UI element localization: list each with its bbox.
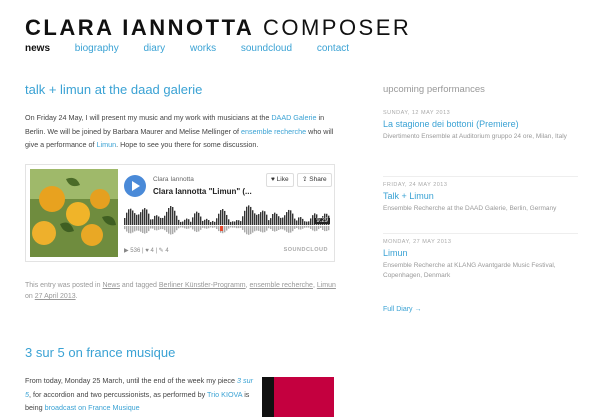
post-body: From today, Monday 25 March, until the e…: [25, 374, 253, 415]
ensemble-recherche-link[interactable]: ensemble recherche: [241, 127, 306, 136]
limun-link[interactable]: Limun: [97, 140, 117, 149]
post-image: [262, 377, 334, 417]
site-role: COMPOSER: [262, 15, 412, 40]
waveform[interactable]: [124, 203, 330, 239]
nav-biography[interactable]: biography: [75, 43, 119, 54]
nav-works[interactable]: works: [190, 43, 216, 54]
site-title[interactable]: CLARA IANNOTTA COMPOSER: [25, 15, 411, 41]
full-diary-link[interactable]: Full Diary →: [383, 306, 422, 313]
site-name: CLARA IANNOTTA: [25, 15, 255, 40]
post-title[interactable]: 3 sur 5 on france musique: [25, 345, 175, 360]
category-link[interactable]: News: [102, 282, 120, 289]
track-stats: ▶ 536 | ♥ 4 | ✎ 4: [124, 247, 169, 254]
post-title[interactable]: talk + limun at the daad galerie: [25, 82, 202, 97]
nav-diary[interactable]: diary: [144, 43, 166, 54]
performance-desc: Divertimento Ensemble at Auditorium grup…: [383, 133, 567, 140]
share-label: Share: [309, 176, 327, 183]
broadcast-link[interactable]: broadcast on France Musique: [45, 403, 140, 412]
daad-galerie-link[interactable]: DAAD Galerie: [271, 113, 316, 122]
play-button[interactable]: [124, 175, 146, 197]
post-text: , for accordion and two percussionists, …: [29, 389, 208, 399]
sidebar-heading: upcoming performances: [383, 84, 485, 95]
soundcloud-logo[interactable]: SOUNDCLOUD: [284, 247, 328, 253]
share-button[interactable]: ⇪ Share: [297, 173, 332, 187]
like-label: Like: [276, 176, 289, 183]
track-duration: 9:29: [314, 218, 330, 224]
performance-item: MONDAY, 27 MAY 2013 Limun Ensemble Reche…: [383, 239, 578, 281]
like-button[interactable]: ♥ Like: [266, 173, 294, 187]
performance-date: FRIDAY, 24 MAY 2013: [383, 182, 448, 188]
track-user[interactable]: Clara Iannotta: [153, 176, 194, 183]
performance-item: SUNDAY, 12 MAY 2013 La stagione dei bott…: [383, 110, 578, 142]
soundcloud-player: Clara Iannotta Clara Iannotta "Limun" (.…: [25, 164, 335, 262]
post-text: From today, Monday 25 March, until the e…: [25, 376, 238, 385]
performance-date: MONDAY, 27 MAY 2013: [383, 239, 452, 245]
nav-contact[interactable]: contact: [317, 43, 349, 54]
trio-kiova-link[interactable]: Trio KIOVA: [207, 390, 242, 399]
main-nav: news biography diary works soundcloud co…: [25, 43, 371, 54]
post-body: On Friday 24 May, I will present my musi…: [25, 111, 337, 152]
track-title[interactable]: Clara Iannotta "Limun" (...: [153, 187, 252, 196]
comment-count-icon: | ✎: [155, 248, 166, 254]
performance-desc: Ensemble Recherche at KLANG Avantgarde M…: [383, 262, 556, 279]
meta-text: This entry was posted in: [25, 282, 103, 289]
tag-link[interactable]: ensemble recherche: [250, 282, 313, 289]
nav-soundcloud[interactable]: soundcloud: [241, 43, 292, 54]
post-meta: This entry was posted in News and tagged…: [25, 280, 337, 302]
divider: [383, 233, 578, 235]
tag-link[interactable]: Limun: [317, 282, 336, 289]
performance-title[interactable]: Limun: [383, 248, 578, 258]
like-count: 4: [150, 248, 154, 254]
date-link[interactable]: 27 April 2013: [35, 293, 76, 300]
meta-text: on: [25, 293, 35, 300]
tag-link[interactable]: Berliner Künstler-Programm: [159, 282, 246, 289]
play-count: 536: [130, 248, 141, 254]
comment-count: 4: [165, 248, 169, 254]
post-text: . Hope to see you there for some discuss…: [116, 140, 259, 149]
nav-news[interactable]: news: [25, 43, 50, 54]
divider: [383, 176, 578, 178]
post-text: On Friday 24 May, I will present my musi…: [25, 113, 272, 122]
performance-item: FRIDAY, 24 MAY 2013 Talk + Limun Ensembl…: [383, 182, 578, 214]
track-artwork: [30, 169, 118, 257]
performance-desc: Ensemble Recherche at the DAAD Galerie, …: [383, 205, 557, 212]
meta-text: and tagged: [119, 282, 159, 289]
performance-date: SUNDAY, 12 MAY 2013: [383, 110, 451, 116]
performance-title[interactable]: La stagione dei bottoni (Premiere): [383, 119, 578, 129]
performance-title[interactable]: Talk + Limun: [383, 191, 578, 201]
meta-text: .: [75, 293, 78, 300]
